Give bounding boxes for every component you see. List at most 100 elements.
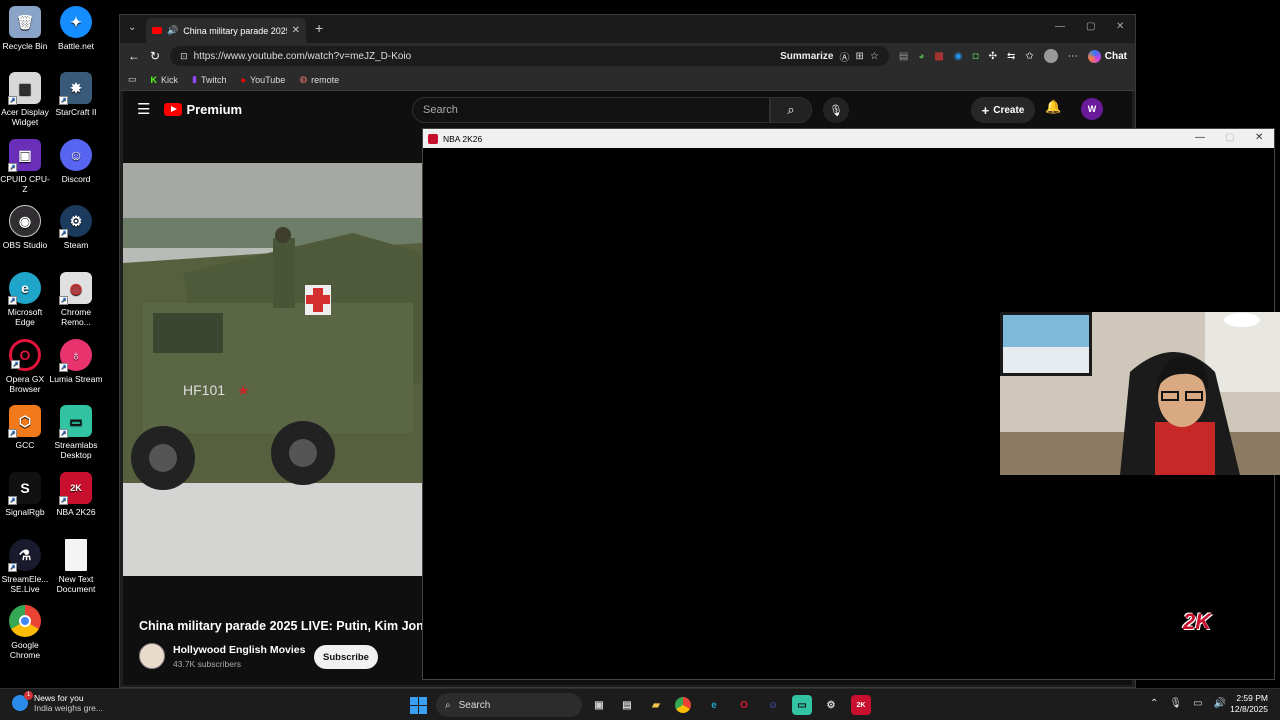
lumia-icon: ♁ ↗ (59, 339, 92, 372)
desktop-icon-chrome-remote[interactable]: ◍ ↗ Chrome Remo... (49, 272, 103, 327)
desktop-icon-acer[interactable]: ▦ ↗ Acer Display Widget (0, 72, 52, 127)
extension-icon[interactable]: ▤ (899, 51, 908, 62)
search-icon: ⌕ (787, 102, 795, 117)
game-close-icon[interactable]: ✕ (1255, 132, 1263, 143)
desktop-icon-gcc[interactable]: ⬡ ↗ GCC (0, 405, 52, 450)
address-bar-row: ← ↻ ⊡ https://www.youtube.com/watch?v=me… (120, 43, 1135, 69)
subscriber-count: 43.7K subscribers (173, 658, 242, 669)
desktop-icon-chrome[interactable]: Google Chrome (0, 605, 52, 660)
reading-list-icon[interactable]: ▭ (128, 74, 137, 85)
start-button[interactable] (410, 697, 427, 714)
clock[interactable]: 2:59 PM 12/8/2025 (1230, 693, 1268, 715)
desktop-icon-battlenet[interactable]: ✦ Battle.net (49, 6, 103, 51)
edge-taskbar-icon[interactable]: e (704, 695, 724, 715)
favorite-youtube[interactable]: ● YouTube (241, 75, 286, 85)
game-maximize-icon[interactable]: ▢ (1225, 132, 1234, 143)
desktop: 🗑 Recycle Bin ✦ Battle.net ▦ ↗ Acer Displ… (0, 0, 118, 688)
extension-blue-icon[interactable]: ◉ (954, 51, 963, 62)
discord-taskbar-icon[interactable]: ☺ (763, 695, 783, 715)
create-button[interactable]: + Create (971, 97, 1035, 123)
streamlabs-taskbar-icon[interactable]: ▭ (792, 695, 812, 715)
desktop-icon-steam[interactable]: ⚙ ↗ Steam (49, 205, 103, 250)
desktop-icon-streamelements[interactable]: ⚗ ↗ StreamEle... SE.Live (0, 539, 52, 594)
extensions-icon[interactable]: ✣ (989, 51, 997, 62)
system-tray: ⌃ 🎙 ▭ 🔊 (1150, 698, 1226, 709)
file-explorer-icon[interactable]: ▰ (646, 695, 666, 715)
url-field[interactable]: ⊡ https://www.youtube.com/watch?v=meJZ_D… (170, 46, 889, 66)
search-button[interactable]: ⌕ (770, 97, 812, 123)
favorite-twitch[interactable]: ▮ Twitch (192, 74, 226, 85)
opera-gx-icon: O ↗ (9, 339, 41, 371)
favorite-kick[interactable]: K Kick (151, 75, 179, 85)
desktop-app-icon[interactable]: ▤ (617, 695, 637, 715)
desktop-icon-cpuz[interactable]: ▣ ↗ CPUID CPU-Z (0, 139, 52, 194)
channel-info: Hollywood English Movies 43.7K subscribe… (139, 643, 305, 669)
hamburger-menu-icon[interactable]: ☰ (137, 100, 150, 118)
taskbar-search[interactable]: ⌕ Search (436, 693, 582, 717)
desktop-icon-lumia[interactable]: ♁ ↗ Lumia Stream (49, 339, 103, 384)
site-info-icon[interactable]: ⊡ (180, 51, 188, 62)
notifications-bell-icon[interactable]: 🔔 (1045, 99, 1061, 115)
app-available-icon[interactable]: ⊞ (856, 51, 864, 62)
subscribe-button[interactable]: Subscribe (314, 645, 378, 669)
extension-green-icon[interactable]: ◘ (973, 51, 979, 62)
desktop-icon-signalrgb[interactable]: S ↗ SignalRgb (0, 472, 52, 517)
desktop-icon-nba2k26[interactable]: 2K ↗ NBA 2K26 (49, 472, 103, 517)
speaker-icon[interactable]: 🔊 (167, 25, 178, 36)
news-widget[interactable]: News for you India weighs gre... (12, 691, 103, 713)
show-hidden-icons-icon[interactable]: ⌃ (1150, 698, 1158, 709)
volume-icon[interactable]: 🔊 (1214, 698, 1226, 709)
chrome-taskbar-icon[interactable] (675, 697, 691, 713)
svg-text:HF101: HF101 (183, 382, 225, 398)
twitch-icon: ▮ (192, 74, 197, 84)
more-menu-icon[interactable]: ⋯ (1068, 51, 1078, 62)
youtube-logo[interactable]: Premium (164, 102, 242, 117)
voice-search-button[interactable]: 🎙 (823, 97, 849, 123)
desktop-icon-obs[interactable]: ◉ OBS Studio (0, 205, 52, 250)
channel-name[interactable]: Hollywood English Movies (173, 644, 305, 656)
microphone-tray-icon[interactable]: 🎙 (1169, 698, 1182, 709)
steam-icon: ⚙ ↗ (59, 205, 92, 238)
new-tab-icon[interactable]: + (315, 20, 323, 36)
game-minimize-icon[interactable]: — (1195, 132, 1205, 143)
tab-close-icon[interactable]: ✕ (292, 25, 300, 36)
desktop-icon-starcraft[interactable]: ✸ ↗ StarCraft II (49, 72, 103, 117)
search-input[interactable]: Search (412, 97, 770, 123)
steam-taskbar-icon[interactable]: ⚙ (821, 695, 841, 715)
desktop-icon-text-document[interactable]: New Text Document (49, 539, 103, 594)
favorite-star-icon[interactable]: ☆ (870, 51, 879, 62)
read-aloud-icon[interactable]: Ⓐ (840, 49, 850, 64)
game-titlebar: NBA 2K26 — ▢ ✕ (423, 129, 1274, 148)
summarize-button[interactable]: Summarize (780, 51, 833, 62)
minimize-icon[interactable]: — (1055, 21, 1065, 32)
desktop-icon-opera-gx[interactable]: O ↗ Opera GX Browser (0, 339, 52, 394)
tab-youtube-video[interactable]: 🔊 China military parade 2025 LIVE ✕ (146, 18, 306, 43)
desktop-icon-edge[interactable]: e ↗ Microsoft Edge (0, 272, 52, 327)
desktop-icon-streamlabs[interactable]: ▭ ↗ Streamlabs Desktop (49, 405, 103, 460)
favorites-icon[interactable]: ✩ (1025, 51, 1033, 62)
network-icon[interactable]: ▭ (1193, 698, 1202, 709)
desktop-icon-discord[interactable]: ☺ Discord (49, 139, 103, 184)
cpuz-icon: ▣ ↗ (8, 139, 41, 172)
channel-avatar[interactable] (139, 643, 165, 669)
taskbar: News for you India weighs gre... ⌕ Searc… (0, 688, 1280, 720)
video-player[interactable]: HF101 (123, 163, 422, 576)
profile-icon[interactable] (1043, 49, 1058, 63)
task-view-icon[interactable]: ▣ (589, 695, 609, 715)
opera-gx-taskbar-icon[interactable]: O (734, 695, 754, 715)
close-window-icon[interactable]: ✕ (1116, 21, 1124, 32)
split-screen-icon[interactable]: ⇆ (1007, 51, 1015, 62)
refresh-icon[interactable]: ↻ (150, 49, 160, 63)
desktop-icon-recycle-bin[interactable]: 🗑 Recycle Bin (0, 6, 52, 51)
tab-actions-icon[interactable]: ⌄ (128, 22, 136, 33)
streamelements-icon: ⚗ ↗ (8, 539, 41, 572)
extension-red-icon[interactable]: ▩ (934, 51, 943, 62)
favorite-remote[interactable]: ◍ remote (299, 74, 339, 85)
maximize-icon[interactable]: ▢ (1086, 21, 1095, 32)
extension-color-icon[interactable]: ◕ (918, 51, 924, 62)
account-avatar[interactable]: W (1081, 98, 1103, 120)
2k-logo: 2K (1183, 609, 1212, 634)
copilot-chat-button[interactable]: Chat (1087, 49, 1127, 63)
back-icon[interactable]: ← (128, 49, 140, 63)
nba2k26-taskbar-icon[interactable]: 2K (851, 695, 871, 715)
